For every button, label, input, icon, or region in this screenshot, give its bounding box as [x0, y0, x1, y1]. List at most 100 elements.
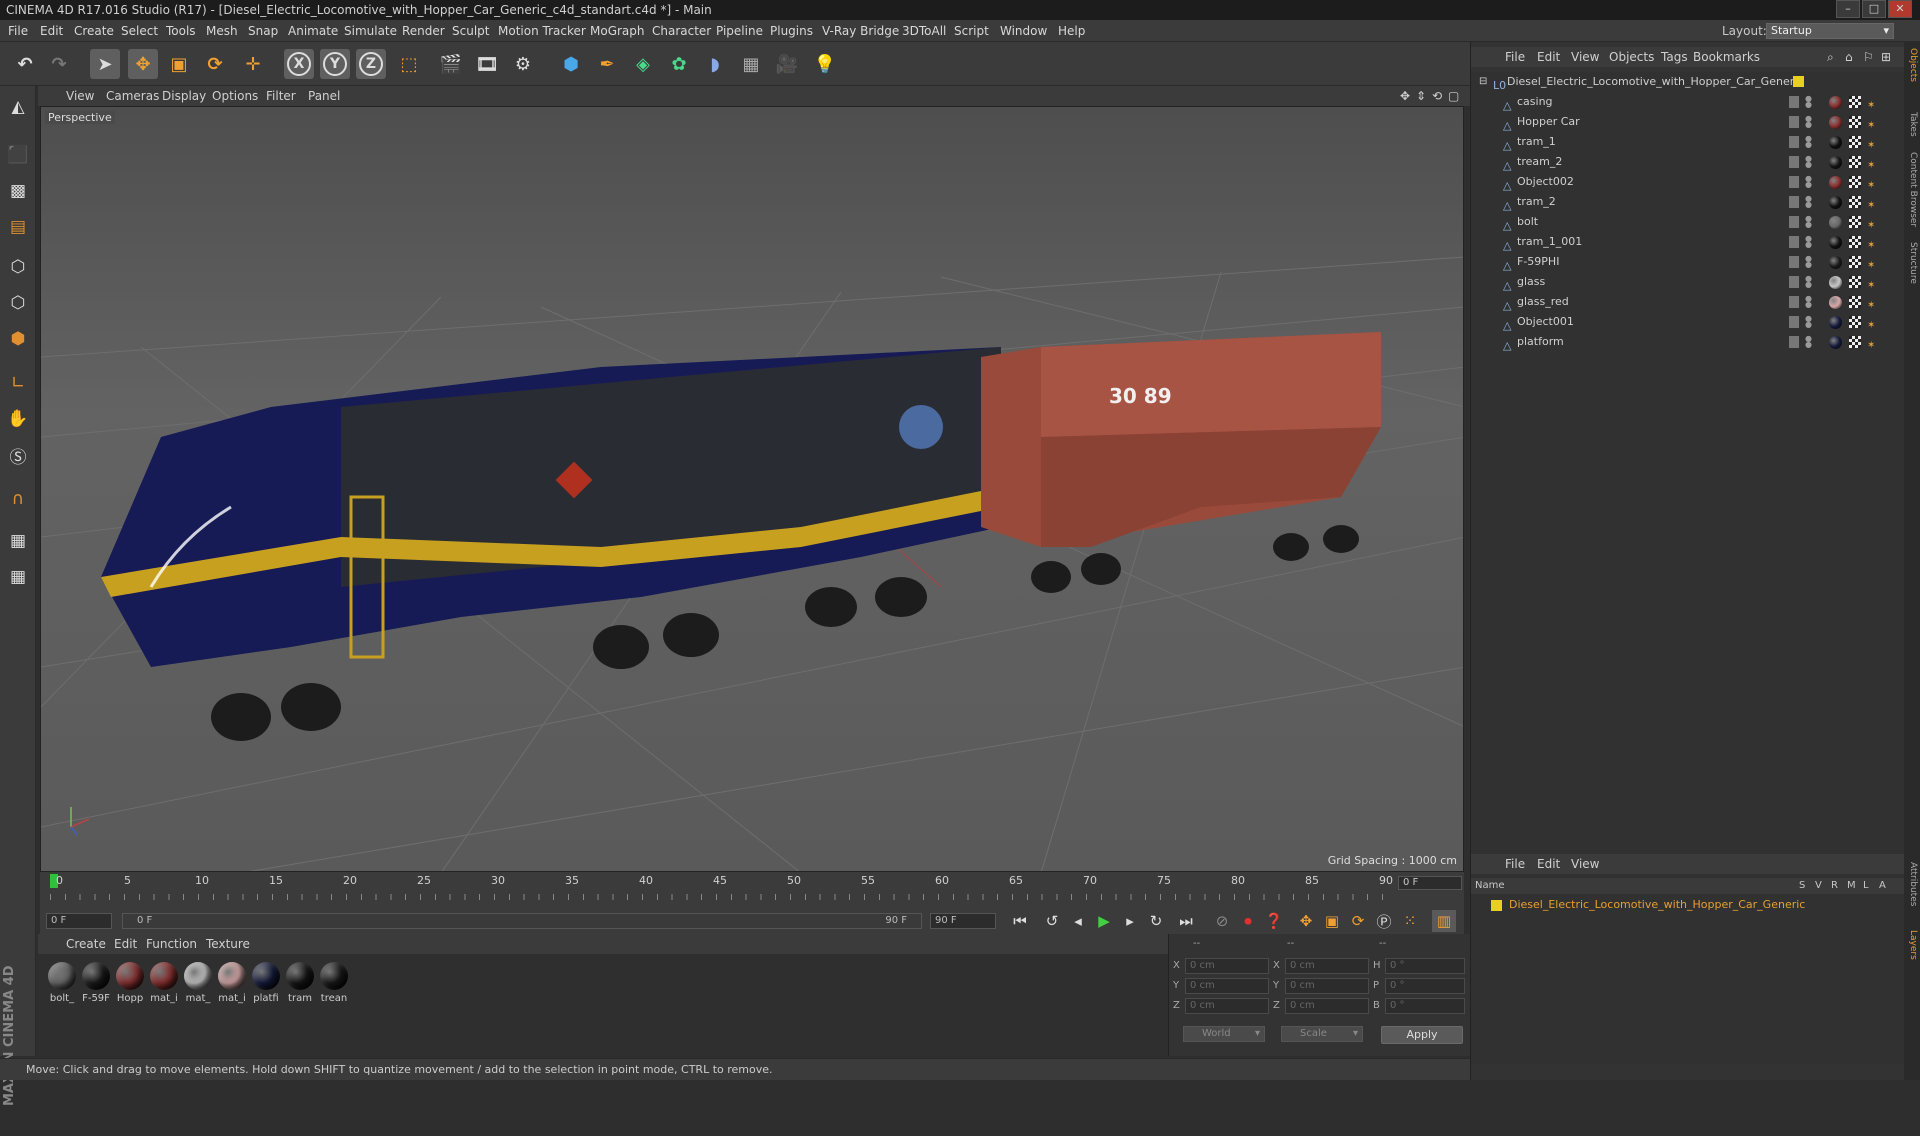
prev-key-button[interactable]: ↺	[1040, 910, 1064, 932]
render-settings-button[interactable]: ⚙	[508, 49, 538, 79]
next-frame-button[interactable]: ▸	[1118, 910, 1142, 932]
size-field[interactable]: 0 cm	[1285, 958, 1369, 974]
objects-menu-bookmarks[interactable]: Bookmarks	[1693, 47, 1760, 67]
side-tab-attributes[interactable]: Attributes	[1908, 862, 1918, 906]
menu-help[interactable]: Help	[1058, 20, 1085, 42]
polygons-mode-button[interactable]: ⬢	[3, 324, 33, 354]
texture-tag-icon[interactable]	[1849, 196, 1861, 208]
material-menu-function[interactable]: Function	[146, 934, 197, 954]
edit-visibility-icon[interactable]	[1789, 276, 1799, 288]
redo-button[interactable]: ↷	[44, 49, 74, 79]
add-floor-button[interactable]: ▦	[736, 49, 766, 79]
side-tab-takes[interactable]: Takes	[1908, 112, 1918, 137]
key-rotation-button[interactable]: ⟳	[1346, 910, 1370, 932]
scale-mode-dropdown[interactable]: Scale ▾	[1281, 1026, 1363, 1042]
render-visibility-dots[interactable]: ● ●	[1805, 295, 1812, 309]
render-visibility-dots[interactable]: ● ●	[1805, 235, 1812, 249]
range-slider[interactable]: 0 F 90 F	[122, 913, 922, 929]
menu-motion-tracker[interactable]: Motion Tracker	[498, 20, 586, 42]
scale-tool-button[interactable]: ▣	[164, 49, 194, 79]
motion-record-button[interactable]: ⊘	[1210, 910, 1234, 932]
render-visibility-dots[interactable]: ● ●	[1805, 195, 1812, 209]
live-selection-button[interactable]: ➤	[90, 49, 120, 79]
material-menu-create[interactable]: Create	[66, 934, 106, 954]
workplane-mode-button[interactable]: ▤	[3, 212, 33, 242]
add-spline-button[interactable]: ✒	[592, 49, 622, 79]
tree-item-root[interactable]: ⊟ L0 Diesel_Electric_Locomotive_with_Hop…	[1471, 72, 1905, 92]
key-position-button[interactable]: ✥	[1294, 910, 1318, 932]
objects-menu-file[interactable]: File	[1505, 47, 1525, 67]
record-keys-button[interactable]: ⏺	[1236, 910, 1260, 932]
texture-tag-icon[interactable]	[1849, 316, 1861, 328]
tree-item[interactable]: △ casing ● ● ✶	[1471, 92, 1905, 113]
menu-script[interactable]: Script	[954, 20, 989, 42]
apply-button[interactable]: Apply	[1381, 1026, 1463, 1044]
texture-tag-icon[interactable]	[1849, 256, 1861, 268]
material-swatch[interactable]: tram	[284, 962, 316, 1004]
texture-tag-icon[interactable]	[1849, 276, 1861, 288]
material-tag-icon[interactable]	[1829, 316, 1842, 329]
timeline-ruler[interactable]: 0 5 10 15 20 25 30 35 40 45 50 55 60 65 …	[40, 872, 1464, 908]
menu-window[interactable]: Window	[1000, 20, 1047, 42]
menu-character[interactable]: Character	[652, 20, 711, 42]
side-tab-layers[interactable]: Layers	[1908, 930, 1918, 960]
layers-menu-edit[interactable]: Edit	[1537, 854, 1560, 874]
material-tag-icon[interactable]	[1829, 236, 1842, 249]
edit-visibility-icon[interactable]	[1789, 196, 1799, 208]
render-visibility-dots[interactable]: ● ●	[1805, 315, 1812, 329]
tree-item[interactable]: △ glass_red ● ● ✶	[1471, 292, 1905, 313]
render-visibility-dots[interactable]: ● ●	[1805, 155, 1812, 169]
layer-row[interactable]: Diesel_Electric_Locomotive_with_Hopper_C…	[1471, 896, 1905, 914]
menu-animate[interactable]: Animate	[288, 20, 338, 42]
add-array-button[interactable]: ✿	[664, 49, 694, 79]
viewport-menu-view[interactable]: View	[66, 86, 94, 106]
menu-mesh[interactable]: Mesh	[206, 20, 238, 42]
3d-viewport[interactable]: Perspective 30 89 Grid Spacing: 1000 cm	[40, 106, 1464, 872]
lock-workplane-button[interactable]: ▦	[3, 526, 33, 556]
edges-mode-button[interactable]: ⬡	[3, 288, 33, 318]
texture-tag-icon[interactable]	[1849, 156, 1861, 168]
rotation-field[interactable]: 0 °	[1385, 958, 1465, 974]
position-field[interactable]: 0 cm	[1185, 998, 1269, 1014]
material-tag-icon[interactable]	[1829, 116, 1842, 129]
material-tag-icon[interactable]	[1829, 136, 1842, 149]
tree-item[interactable]: △ tram_1_001 ● ● ✶	[1471, 232, 1905, 253]
render-visibility-dots[interactable]: ● ●	[1805, 275, 1812, 289]
new-window-icon[interactable]: ⊞	[1881, 47, 1891, 67]
texture-tag-icon[interactable]	[1849, 296, 1861, 308]
end-frame-field[interactable]: 90 F	[930, 913, 996, 929]
magnet-button[interactable]: ∩	[3, 484, 33, 514]
model-mode-button[interactable]: ⬛	[3, 140, 33, 170]
viewport-menu-filter[interactable]: Filter	[266, 86, 296, 106]
add-light-button[interactable]: 💡	[810, 49, 840, 79]
z-axis-button[interactable]: Z	[356, 49, 386, 79]
menu-snap[interactable]: Snap	[248, 20, 278, 42]
goto-end-button[interactable]: ⏭	[1174, 910, 1198, 932]
add-deformer-button[interactable]: ◗	[700, 49, 730, 79]
menu-simulate[interactable]: Simulate	[344, 20, 397, 42]
timeline-window-button[interactable]: ▥	[1432, 910, 1456, 932]
tree-item[interactable]: △ tram_1 ● ● ✶	[1471, 132, 1905, 153]
material-menu-edit[interactable]: Edit	[114, 934, 137, 954]
tree-item[interactable]: △ glass ● ● ✶	[1471, 272, 1905, 293]
add-nurbs-button[interactable]: ◈	[628, 49, 658, 79]
edit-visibility-icon[interactable]	[1789, 296, 1799, 308]
texture-tag-icon[interactable]	[1849, 336, 1861, 348]
menu-create[interactable]: Create	[74, 20, 114, 42]
make-editable-button[interactable]: ◭	[3, 92, 33, 122]
edit-visibility-icon[interactable]	[1789, 316, 1799, 328]
layout-select[interactable]: Startup ▾	[1766, 23, 1894, 39]
material-tag-icon[interactable]	[1829, 156, 1842, 169]
side-tab-content-browser[interactable]: Content Browser	[1908, 152, 1918, 227]
menu-mograph[interactable]: MoGraph	[590, 20, 645, 42]
edit-visibility-icon[interactable]	[1789, 336, 1799, 348]
menu-file[interactable]: File	[8, 20, 28, 42]
menu-edit[interactable]: Edit	[40, 20, 63, 42]
render-view-button[interactable]: 🎬	[436, 49, 466, 79]
snap-button[interactable]: Ⓢ	[3, 440, 33, 470]
add-tool-button[interactable]: ✛	[238, 49, 268, 79]
edit-visibility-icon[interactable]	[1789, 156, 1799, 168]
render-visibility-dots[interactable]: ● ●	[1805, 175, 1812, 189]
edit-visibility-icon[interactable]	[1789, 136, 1799, 148]
material-tag-icon[interactable]	[1829, 336, 1842, 349]
